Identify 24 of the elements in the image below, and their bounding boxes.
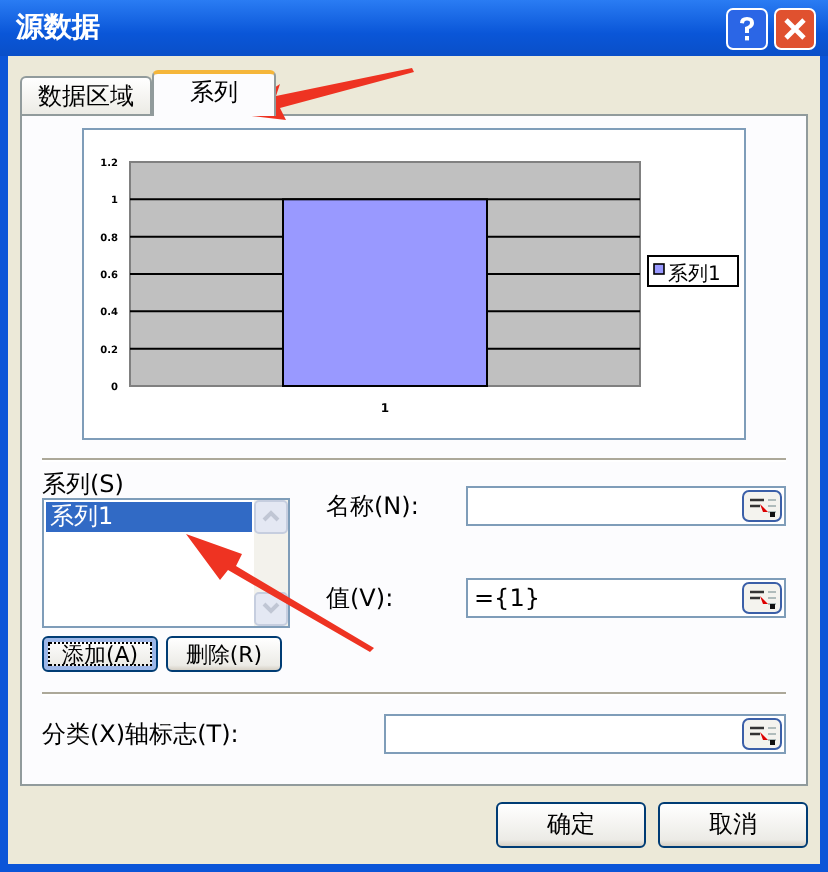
chart-legend: 系列1 xyxy=(647,255,739,287)
field-label: 名称(N): xyxy=(326,489,421,523)
series-button[interactable]: 删除(R) xyxy=(166,636,282,672)
scrollbar[interactable] xyxy=(254,500,288,626)
range-select-icon[interactable] xyxy=(742,718,782,750)
input-field[interactable]: ={1} xyxy=(466,578,786,618)
legend-label: 系列1 xyxy=(668,262,721,286)
help-icon[interactable] xyxy=(726,7,768,49)
window-title: 源数据 xyxy=(16,10,100,46)
dialog-button[interactable]: 确定 xyxy=(496,802,646,848)
field-label: 分类(X)轴标志(T): xyxy=(42,717,241,751)
field-label: 值(V): xyxy=(326,581,396,615)
range-select-icon[interactable] xyxy=(742,582,782,614)
tab[interactable]: 数据区域 xyxy=(20,76,152,114)
range-select-icon[interactable] xyxy=(742,490,782,522)
close-icon[interactable] xyxy=(774,7,816,49)
tab[interactable]: 系列 xyxy=(152,70,276,116)
input-field[interactable] xyxy=(466,486,786,526)
series-listbox[interactable]: 系列1 xyxy=(42,498,290,628)
dialog-button[interactable]: 取消 xyxy=(658,802,808,848)
series-label: 系列(S) xyxy=(42,470,126,498)
input-field[interactable] xyxy=(384,714,786,754)
series-list-item[interactable]: 系列1 xyxy=(46,502,252,532)
series-button[interactable]: 添加(A) xyxy=(42,636,158,672)
